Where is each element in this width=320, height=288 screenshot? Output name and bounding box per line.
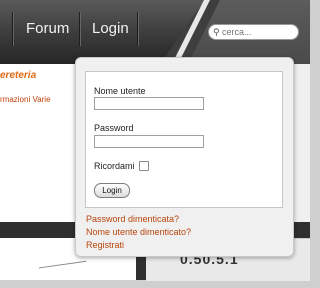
login-button[interactable]: Login — [94, 183, 130, 198]
remember-checkbox[interactable] — [139, 161, 149, 171]
section-link[interactable]: rmazioni Varie — [0, 95, 51, 104]
nav-divider — [137, 12, 139, 46]
search-icon: ⚲ — [213, 27, 220, 37]
decorative-shape — [38, 260, 90, 288]
nav-divider — [12, 12, 14, 46]
forgot-username-link[interactable]: Nome utente dimenticato? — [86, 227, 191, 237]
search-box[interactable]: ⚲ — [208, 24, 299, 40]
password-field[interactable] — [94, 135, 204, 148]
search-input[interactable] — [222, 26, 292, 38]
nav-forum-link[interactable]: Forum — [26, 20, 69, 37]
nav-login-link[interactable]: Login — [92, 20, 129, 37]
section-title: ereteria — [0, 70, 37, 81]
remember-label: Ricordami — [94, 161, 135, 171]
register-link[interactable]: Registrati — [86, 240, 124, 250]
username-label: Nome utente — [94, 86, 146, 96]
content-panel: ereteria rmazioni Varie — [0, 64, 87, 222]
nav-divider — [79, 12, 81, 46]
password-label: Password — [94, 123, 134, 133]
login-dropdown: Nome utente Password Ricordami Login Pas… — [75, 57, 294, 257]
top-navbar: Forum Login ⚲ — [0, 0, 310, 64]
username-field[interactable] — [94, 97, 204, 110]
forgot-password-link[interactable]: Password dimenticata? — [86, 214, 179, 224]
login-form: Nome utente Password Ricordami Login — [85, 71, 283, 208]
